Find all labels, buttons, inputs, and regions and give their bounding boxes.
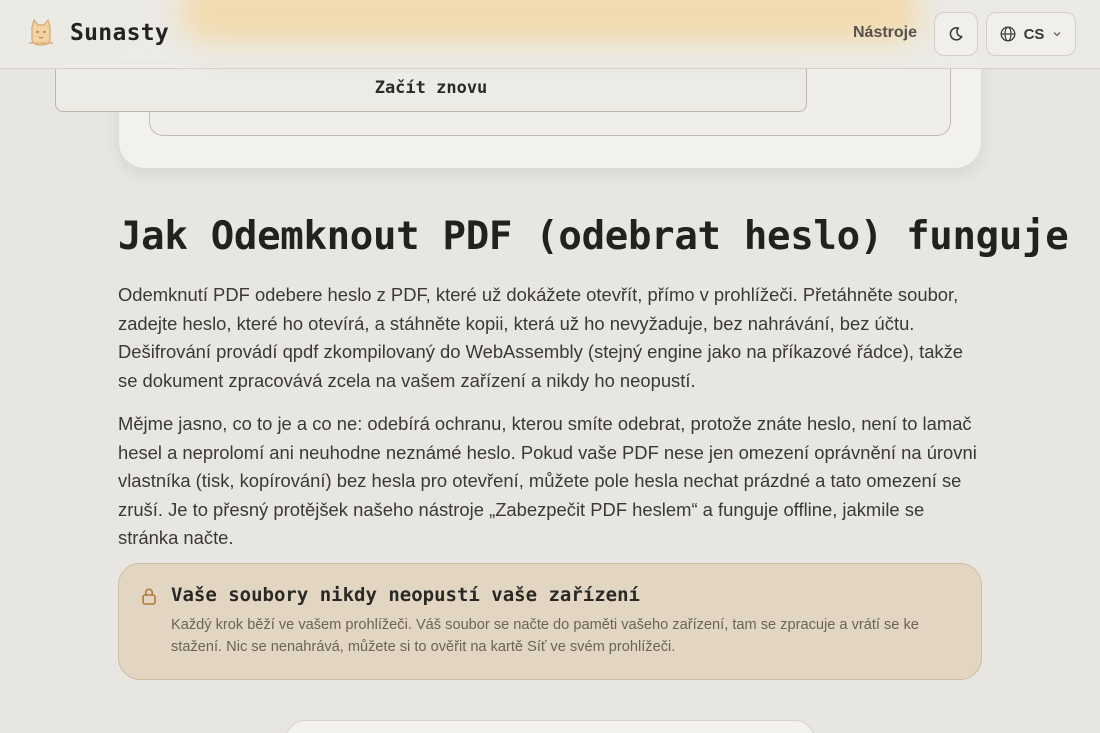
- header-glow: [180, 0, 920, 42]
- globe-icon: [1000, 26, 1016, 42]
- brand-name: Sunasty: [70, 20, 170, 46]
- privacy-note: Vaše soubory nikdy neopustí vaše zařízen…: [118, 563, 982, 680]
- next-section-card: [285, 720, 815, 733]
- intro-paragraph: Odemknutí PDF odebere heslo z PDF, které…: [118, 284, 964, 391]
- privacy-note-text: Každý krok běží ve vašem prohlížeči. Váš…: [171, 617, 919, 655]
- chevron-down-icon: [1053, 32, 1061, 37]
- clarification-paragraph: Mějme jasno, co to je a co ne: odebírá o…: [118, 413, 977, 548]
- lock-icon: [142, 588, 156, 605]
- language-label: CS: [1023, 25, 1045, 43]
- brand-link[interactable]: Sunasty: [26, 17, 169, 49]
- cat-logo-icon: [29, 18, 53, 46]
- restart-button[interactable]: Začít znovu: [55, 63, 807, 112]
- language-select[interactable]: CS: [986, 12, 1076, 56]
- moon-icon: [949, 27, 963, 41]
- nav-tools-link[interactable]: Nástroje: [853, 24, 917, 42]
- page-heading: Jak Odemknout PDF (odebrat heslo) funguj…: [118, 214, 1069, 259]
- site-header: Sunasty Nástroje CS: [0, 0, 1100, 69]
- privacy-note-title: Vaše soubory nikdy neopustí vaše zařízen…: [171, 584, 640, 606]
- theme-toggle-button[interactable]: [934, 12, 978, 56]
